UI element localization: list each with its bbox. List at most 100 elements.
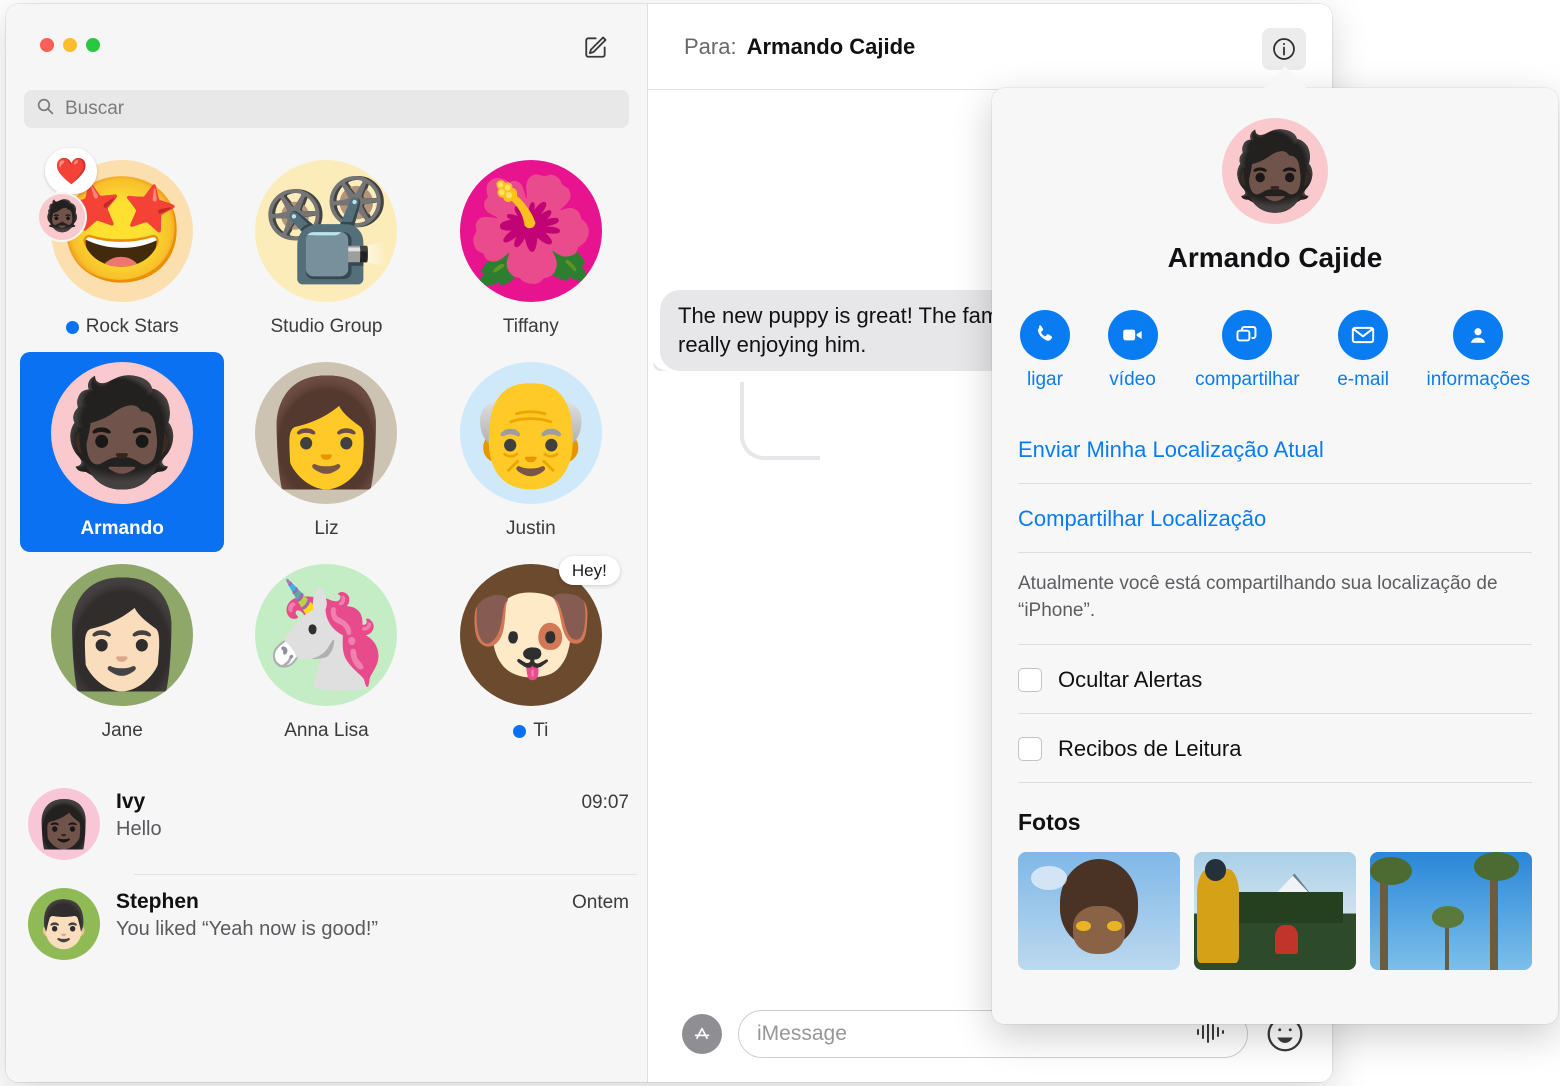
pinned-conversation-tiffany[interactable]: 🌺 Tiffany [429, 150, 633, 350]
pinned-conversation-name: Studio Group [270, 316, 383, 337]
contact-action-buttons: ligar vídeo compartilhar e-mail informações [1018, 310, 1532, 391]
phone-icon [1020, 310, 1070, 360]
avatar: 👩🏿 [28, 788, 100, 860]
pinned-conversation-studio-group[interactable]: 📽️ Studio Group [224, 150, 428, 350]
app-store-icon[interactable] [682, 1014, 722, 1054]
pinned-conversation-liz[interactable]: 👩 Liz [224, 352, 428, 552]
read-receipts-checkbox[interactable] [1018, 737, 1042, 762]
pinned-conversations-grid: 🤩 ❤️ 🧔🏿 Rock Stars 📽️ Studio Group 🌺 Tiffany 🧔🏿 A… [6, 128, 647, 760]
avatar: 👴 [459, 362, 602, 504]
avatar: 👩 [255, 362, 398, 504]
pinned-conversation-name: Liz [314, 518, 339, 539]
pinned-conversation-label: Tiffany [503, 316, 559, 338]
message-preview-bubble: Hey! [558, 556, 620, 585]
photo-thumbnail[interactable] [1370, 852, 1532, 971]
tapback-sender-avatar: 🧔🏿 [39, 194, 86, 240]
pinned-conversation-label: Anna Lisa [284, 720, 369, 742]
conversation-list: 👩🏿 Ivy 09:07 Hello 👨🏻 Stephen Ontem You liked “… [6, 760, 647, 1082]
zoom-button[interactable] [86, 38, 100, 52]
pinned-conversation-name: Justin [506, 518, 556, 539]
imessage-placeholder: iMessage [757, 1022, 847, 1045]
pinned-conversation-justin[interactable]: 👴 Justin [429, 352, 633, 552]
sidebar: Buscar 🤩 ❤️ 🧔🏿 Rock Stars 📽️ Studio Group 🌺 Tif… [6, 4, 648, 1082]
action-ligar[interactable]: ligar [1020, 310, 1070, 391]
action-label: informações [1426, 369, 1530, 390]
action-label: e-mail [1337, 369, 1389, 390]
list-item[interactable]: 👨🏻 Stephen Ontem You liked “Yeah now is goo… [6, 874, 647, 974]
compose-icon[interactable] [579, 30, 613, 64]
to-label: Para: [684, 33, 737, 59]
pinned-conversation-label: Studio Group [271, 316, 383, 338]
contact-card-icon [1453, 310, 1504, 360]
location-sharing-note: Atualmente você está compartilhando sua … [1018, 553, 1532, 646]
pinned-conversation-armando[interactable]: 🧔🏿 Armando [20, 352, 225, 552]
share-location-button[interactable]: Compartilhar Localização [1018, 484, 1532, 553]
conversation-name: Ivy [116, 790, 146, 813]
action-e-mail[interactable]: e-mail [1337, 310, 1389, 391]
pinned-conversation-anna-lisa[interactable]: 🦄 Anna Lisa [224, 554, 428, 754]
screen-share-icon [1222, 310, 1273, 360]
pinned-conversation-ti[interactable]: 🐶 Hey! Ti [429, 554, 633, 754]
titlebar [6, 4, 647, 90]
read-receipts-row[interactable]: Recibos de Leitura [1018, 714, 1532, 784]
conversation-snippet: You liked “Yeah now is good!” [116, 918, 379, 940]
envelope-icon [1338, 310, 1389, 360]
avatar: 🐶 Hey! [459, 556, 620, 706]
avatar: 🧔🏿 [1222, 118, 1328, 224]
pinned-conversation-name: Rock Stars [85, 316, 179, 337]
info-button[interactable] [1262, 28, 1306, 70]
unread-indicator-dot [513, 724, 527, 738]
pinned-conversation-name: Ti [533, 720, 549, 741]
unread-indicator-dot [65, 320, 79, 334]
avatar: 📽️ [255, 160, 398, 302]
pinned-conversation-label: Jane [102, 720, 143, 742]
search-input[interactable]: Buscar [24, 90, 629, 128]
pinned-conversation-name: Anna Lisa [284, 720, 369, 741]
action-label: ligar [1027, 369, 1063, 390]
hide-alerts-row[interactable]: Ocultar Alertas [1018, 645, 1532, 715]
recipient-name: Armando Cajide [746, 33, 916, 59]
avatar: 🤩 ❤️ 🧔🏿 [39, 148, 194, 302]
pinned-conversation-rock-stars[interactable]: 🤩 ❤️ 🧔🏿 Rock Stars [20, 148, 224, 350]
avatar: 🌺 [459, 160, 602, 302]
action-label: vídeo [1109, 369, 1156, 390]
pinned-conversation-label: Armando [80, 518, 163, 540]
action-video[interactable]: vídeo [1107, 310, 1158, 391]
pinned-conversation-name: Armando [80, 518, 164, 539]
action-label: compartilhar [1195, 369, 1300, 390]
search-icon [36, 97, 55, 121]
minimize-button[interactable] [63, 38, 77, 52]
pinned-conversation-label: Ti [513, 720, 548, 742]
tapback-heart-icon: ❤️ [45, 148, 98, 202]
read-receipts-label: Recibos de Leitura [1058, 736, 1242, 762]
chat-header: Para: Armando Cajide [648, 4, 1332, 90]
search-container: Buscar [6, 90, 647, 128]
photo-thumbnail[interactable] [1018, 852, 1180, 971]
hide-alerts-label: Ocultar Alertas [1058, 667, 1203, 693]
contact-name: Armando Cajide [1167, 242, 1383, 273]
search-placeholder: Buscar [65, 98, 125, 119]
hide-alerts-checkbox[interactable] [1018, 668, 1042, 693]
avatar: 🦄 [255, 564, 398, 706]
pinned-conversation-label: Liz [314, 518, 338, 540]
window-controls [40, 38, 100, 52]
conversation-timestamp: Ontem [571, 892, 629, 913]
conversation-timestamp: 09:07 [581, 792, 629, 813]
avatar: 👩🏻 [51, 564, 194, 706]
send-current-location-button[interactable]: Enviar Minha Localização Atual [1018, 415, 1532, 484]
conversation-name: Stephen [116, 890, 199, 913]
pinned-conversation-jane[interactable]: 👩🏻 Jane [20, 554, 224, 754]
photos-gallery [1018, 852, 1532, 971]
avatar: 👨🏻 [28, 888, 100, 960]
photo-thumbnail[interactable] [1194, 852, 1356, 971]
action-informacoes[interactable]: informações [1426, 310, 1530, 391]
list-item[interactable]: 👩🏿 Ivy 09:07 Hello [6, 774, 647, 874]
pinned-conversation-label: Rock Stars [65, 316, 179, 338]
list-item-body: Ivy 09:07 Hello [116, 788, 629, 841]
action-compartilhar[interactable]: compartilhar [1195, 310, 1300, 391]
avatar: 🧔🏿 [51, 362, 194, 504]
pinned-conversation-name: Jane [101, 720, 143, 741]
close-button[interactable] [40, 38, 54, 52]
pinned-conversation-label: Justin [506, 518, 556, 540]
pinned-conversation-name: Tiffany [502, 316, 559, 337]
